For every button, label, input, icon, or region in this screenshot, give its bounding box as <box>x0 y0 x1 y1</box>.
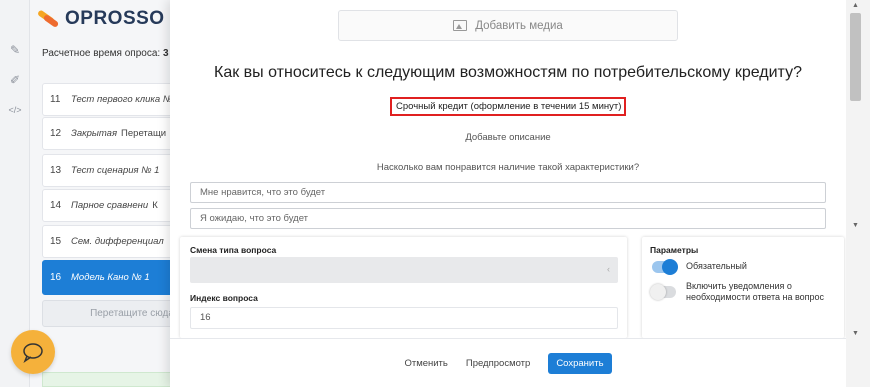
question-number: 13 <box>50 165 62 176</box>
question-name: Закрытая <box>71 128 118 139</box>
toggle-knob <box>662 259 678 275</box>
question-sidebar: OPROSSO Расчетное время опроса: 3 11 Тес… <box>30 0 180 387</box>
question-number: 14 <box>50 200 62 211</box>
answer-option-input[interactable]: Я ожидаю, что это будет <box>190 208 826 229</box>
required-toggle[interactable] <box>652 259 678 275</box>
question-type-select: ‹ <box>190 257 618 283</box>
required-label: Обязательный <box>686 261 747 271</box>
chat-button[interactable] <box>11 330 55 374</box>
question-name: Тест первого клика № <box>71 94 174 105</box>
question-item[interactable]: 15 Сем. дифференциал <box>42 225 178 258</box>
subquestion-input[interactable]: Срочный кредит (оформление в течении 15 … <box>390 97 626 116</box>
question-item-active[interactable]: 16 Модель Кано № 1 <box>42 260 178 295</box>
notify-toggle[interactable] <box>650 284 676 300</box>
question-name: Сем. дифференциал <box>71 236 164 247</box>
chevron-left-icon: ‹ <box>607 264 610 274</box>
change-type-label: Смена типа вопроса <box>190 245 277 255</box>
preview-button[interactable]: Предпросмотр <box>466 358 530 369</box>
save-button[interactable]: Сохранить <box>548 352 612 374</box>
screen: ✎ ✐ </> OPROSSO Расчетное время опроса: … <box>0 0 870 387</box>
question-extra: Перетащи <box>121 128 167 139</box>
brush-icon[interactable]: ✐ <box>7 72 23 88</box>
toggle-knob <box>650 284 666 300</box>
question-index-input[interactable]: 16 <box>190 307 618 329</box>
add-description[interactable]: Добавьте описание <box>170 132 846 143</box>
status-strip <box>42 372 178 387</box>
question-number: 11 <box>50 94 61 105</box>
logo: OPROSSO <box>35 6 165 32</box>
question-item[interactable]: 12 Закрытая Перетащи <box>42 117 178 150</box>
scroll-thumb[interactable] <box>850 13 861 101</box>
logo-mark-icon <box>35 8 65 30</box>
parameters-label: Параметры <box>650 245 699 255</box>
question-item[interactable]: 11 Тест первого клика № <box>42 83 178 116</box>
chat-icon <box>23 343 43 363</box>
scroll-up-icon[interactable]: ▲ <box>852 2 859 9</box>
question-title[interactable]: Как вы относитесь к следующим возможност… <box>170 64 846 82</box>
index-label: Индекс вопроса <box>190 293 258 303</box>
editor-footer: Отменить Предпросмотр Сохранить <box>170 338 846 387</box>
question-number: 16 <box>50 272 62 283</box>
cancel-button[interactable]: Отменить <box>404 358 447 369</box>
question-number: 15 <box>50 236 62 247</box>
logo-text: OPROSSO <box>65 8 165 29</box>
question-extra: К <box>152 200 158 211</box>
estimated-time-label: Расчетное время опроса: <box>42 48 161 59</box>
estimated-time-value: 3 <box>162 48 169 59</box>
question-number: 12 <box>50 128 62 139</box>
pen-icon[interactable]: ✎ <box>7 42 23 58</box>
question-name: Тест сценария № 1 <box>71 165 160 176</box>
answer-prompt[interactable]: Насколько вам понравится наличие такой х… <box>170 162 846 173</box>
question-name: Модель Кано № 1 <box>71 272 150 283</box>
question-item[interactable]: 14 Парное сравнени К <box>42 189 178 222</box>
estimated-time: Расчетное время опроса: 3 <box>42 48 169 59</box>
question-editor-panel: Добавить медиа Как вы относитесь к следу… <box>170 0 846 387</box>
question-item[interactable]: 13 Тест сценария № 1 <box>42 154 178 187</box>
drop-zone[interactable]: Перетащите сюда <box>42 300 178 327</box>
notify-label: Включить уведомления о необходимости отв… <box>686 281 825 302</box>
question-name: Парное сравнени <box>71 200 149 211</box>
image-icon <box>453 20 468 31</box>
tool-rail: ✎ ✐ </> <box>0 0 30 387</box>
scroll-down-icon[interactable]: ▼ <box>852 222 859 229</box>
add-media-button[interactable]: Добавить медиа <box>338 10 678 41</box>
answer-option-input[interactable]: Мне нравится, что это будет <box>190 182 826 203</box>
scroll-down-icon[interactable]: ▼ <box>852 330 859 337</box>
scrollbar[interactable]: ▲ ▼ ▼ <box>846 0 870 387</box>
add-media-label: Добавить медиа <box>475 19 563 32</box>
code-icon[interactable]: </> <box>7 102 23 118</box>
parameters-card: Параметры Обязательный Включить уведомле… <box>642 237 844 338</box>
question-settings-card: Смена типа вопроса ‹ Индекс вопроса 16 <box>180 237 627 338</box>
